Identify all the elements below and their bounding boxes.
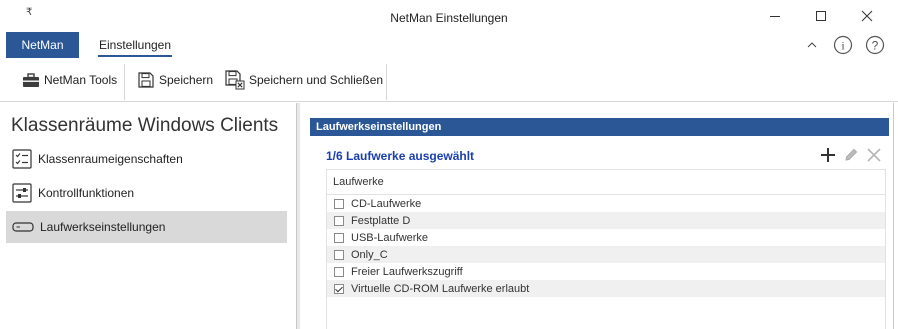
sliders-icon bbox=[12, 183, 32, 203]
maximize-icon bbox=[816, 11, 826, 21]
info-button[interactable]: i bbox=[832, 34, 854, 56]
save-and-close-label: Speichern und Schließen bbox=[249, 73, 384, 87]
tab-netman[interactable]: NetMan bbox=[6, 32, 79, 58]
table-row[interactable]: CD-Laufwerke bbox=[327, 195, 885, 212]
nav-item-label: Laufwerkseinstellungen bbox=[40, 220, 166, 234]
ribbon-tabs: NetMan Einstellungen i ? bbox=[0, 32, 898, 58]
pencil-icon bbox=[845, 148, 858, 161]
close-button[interactable] bbox=[844, 0, 890, 32]
toolbar-separator bbox=[124, 64, 125, 100]
save-icon bbox=[138, 72, 154, 88]
checklist-icon bbox=[12, 149, 32, 169]
checkbox[interactable] bbox=[334, 249, 344, 260]
nav-item-kontrollfunktionen[interactable]: Kontrollfunktionen bbox=[6, 177, 287, 209]
minimize-button[interactable] bbox=[752, 0, 798, 32]
delete-button[interactable] bbox=[866, 145, 886, 165]
column-header-laufwerke[interactable]: Laufwerke bbox=[327, 170, 885, 195]
save-and-close-button[interactable]: Speichern und Schließen bbox=[225, 68, 383, 92]
drive-icon bbox=[12, 222, 34, 232]
row-label: Virtuelle CD-ROM Laufwerke erlaubt bbox=[351, 282, 530, 295]
minimize-icon bbox=[770, 16, 780, 17]
selection-status: 1/6 Laufwerke ausgewählt bbox=[326, 149, 475, 163]
tab-einstellungen[interactable]: Einstellungen bbox=[92, 32, 178, 58]
checkbox[interactable] bbox=[334, 232, 344, 243]
save-button[interactable]: Speichern bbox=[137, 68, 213, 92]
row-label: Only_C bbox=[351, 248, 388, 261]
table-row[interactable]: Only_C bbox=[327, 246, 885, 263]
info-icon: i bbox=[833, 35, 853, 55]
nav-item-label: Klassenraumeigenschaften bbox=[38, 152, 183, 166]
page-title: Klassenräume Windows Clients bbox=[11, 115, 279, 136]
svg-text:i: i bbox=[841, 39, 845, 53]
close-icon bbox=[861, 10, 873, 22]
save-close-icon bbox=[225, 70, 245, 90]
checkbox[interactable] bbox=[334, 198, 344, 209]
section-header: Laufwerkseinstellungen bbox=[310, 118, 889, 136]
nav-item-klassenraumeigenschaften[interactable]: Klassenraumeigenschaften bbox=[6, 143, 287, 175]
collapse-ribbon-button[interactable] bbox=[802, 34, 822, 56]
content-pane: Laufwerkseinstellungen 1/6 Laufwerke aus… bbox=[300, 103, 894, 329]
edit-button[interactable] bbox=[843, 145, 863, 165]
table-row[interactable]: Festplatte D bbox=[327, 212, 885, 229]
close-icon bbox=[867, 148, 881, 162]
table-row[interactable]: USB-Laufwerke bbox=[327, 229, 885, 246]
toolbar-separator bbox=[386, 64, 387, 100]
title-bar: ₹ NetMan Einstellungen bbox=[0, 0, 898, 32]
left-pane: Klassenräume Windows Clients Klassenraum… bbox=[0, 103, 296, 329]
row-label: CD-Laufwerke bbox=[351, 197, 422, 210]
drives-table: Laufwerke CD-Laufwerke Festplatte D USB-… bbox=[326, 169, 886, 329]
save-label: Speichern bbox=[159, 73, 214, 87]
plus-icon bbox=[821, 148, 835, 162]
row-label: Freier Laufwerkszugriff bbox=[351, 265, 463, 278]
row-label: Festplatte D bbox=[351, 214, 411, 227]
netman-tools-button[interactable]: NetMan Tools bbox=[22, 68, 117, 92]
help-icon: ? bbox=[865, 35, 885, 55]
checkbox[interactable] bbox=[334, 215, 344, 226]
nav-item-label: Kontrollfunktionen bbox=[38, 186, 135, 200]
nav-item-laufwerkseinstellungen[interactable]: Laufwerkseinstellungen bbox=[6, 211, 287, 243]
checkbox-checked[interactable] bbox=[334, 283, 344, 294]
maximize-button[interactable] bbox=[798, 0, 844, 32]
help-button[interactable]: ? bbox=[864, 34, 886, 56]
row-label: USB-Laufwerke bbox=[351, 231, 429, 244]
table-row[interactable]: Freier Laufwerkszugriff bbox=[327, 263, 885, 280]
chevron-up-icon bbox=[807, 42, 817, 48]
ribbon-toolbar: NetMan Tools Speichern Speichern und Sch… bbox=[0, 58, 898, 102]
netman-tools-label: NetMan Tools bbox=[44, 73, 118, 87]
add-button[interactable] bbox=[820, 145, 840, 165]
checkbox[interactable] bbox=[334, 266, 344, 277]
toolbox-icon bbox=[23, 73, 39, 87]
svg-text:?: ? bbox=[872, 39, 879, 53]
table-row[interactable]: Virtuelle CD-ROM Laufwerke erlaubt bbox=[327, 280, 885, 297]
